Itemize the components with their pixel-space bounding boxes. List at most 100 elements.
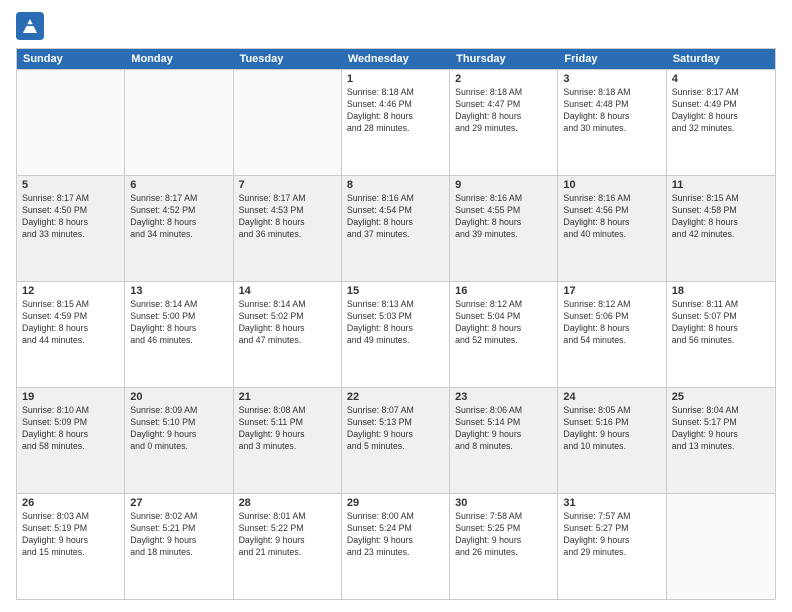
day-number: 31 xyxy=(563,497,660,509)
day-number: 18 xyxy=(672,285,770,297)
cal-cell: 23Sunrise: 8:06 AM Sunset: 5:14 PM Dayli… xyxy=(450,388,558,493)
cal-cell: 16Sunrise: 8:12 AM Sunset: 5:04 PM Dayli… xyxy=(450,282,558,387)
cal-cell: 10 Sunrise: 8:16 AM Sunset: 4:56 PM Dayli… xyxy=(558,176,666,281)
cal-cell: 2 Sunrise: 8:18 AM Sunset: 4:47 PM Daylig… xyxy=(450,70,558,175)
cal-cell: 9 Sunrise: 8:16 AM Sunset: 4:55 PM Daylig… xyxy=(450,176,558,281)
cell-info: Sunrise: 8:04 AM Sunset: 5:17 PM Dayligh… xyxy=(672,405,770,453)
cal-cell: 24 Sunrise: 8:05 AM Sunset: 5:16 PM Dayli… xyxy=(558,388,666,493)
cal-cell: 20 Sunrise: 8:09 AM Sunset: 5:10 PM Dayli… xyxy=(125,388,233,493)
cal-cell: 30Sunrise: 7:58 AM Sunset: 5:25 PM Dayli… xyxy=(450,494,558,599)
cal-cell: 31 Sunrise: 7:57 AM Sunset: 5:27 PM Dayli… xyxy=(558,494,666,599)
cell-info: Sunrise: 8:01 AM Sunset: 5:22 PM Dayligh… xyxy=(239,511,336,559)
day-number: 17 xyxy=(563,285,660,297)
cal-cell: 21 Sunrise: 8:08 AM Sunset: 5:11 PM Dayli… xyxy=(234,388,342,493)
cal-cell xyxy=(125,70,233,175)
day-number: 5 xyxy=(22,179,119,191)
cal-cell: 3 Sunrise: 8:18 AM Sunset: 4:48 PM Daylig… xyxy=(558,70,666,175)
cell-info: Sunrise: 8:16 AM Sunset: 4:55 PM Dayligh… xyxy=(455,193,552,241)
day-number: 21 xyxy=(239,391,336,403)
header-day-tuesday: Tuesday xyxy=(234,49,342,69)
cal-cell xyxy=(234,70,342,175)
day-number: 8 xyxy=(347,179,444,191)
cell-info: Sunrise: 7:57 AM Sunset: 5:27 PM Dayligh… xyxy=(563,511,660,559)
week-row-2: 5 Sunrise: 8:17 AM Sunset: 4:50 PM Daylig… xyxy=(17,175,775,281)
cell-info: Sunrise: 8:17 AM Sunset: 4:52 PM Dayligh… xyxy=(130,193,227,241)
header-day-friday: Friday xyxy=(558,49,666,69)
header-day-thursday: Thursday xyxy=(450,49,558,69)
page: SundayMondayTuesdayWednesdayThursdayFrid… xyxy=(0,0,792,612)
cal-cell: 17 Sunrise: 8:12 AM Sunset: 5:06 PM Dayli… xyxy=(558,282,666,387)
logo-icon xyxy=(16,12,44,40)
day-number: 10 xyxy=(563,179,660,191)
week-row-3: 12 Sunrise: 8:15 AM Sunset: 4:59 PM Dayli… xyxy=(17,281,775,387)
cell-info: Sunrise: 8:15 AM Sunset: 4:59 PM Dayligh… xyxy=(22,299,119,347)
header-day-sunday: Sunday xyxy=(17,49,125,69)
week-row-5: 26 Sunrise: 8:03 AM Sunset: 5:19 PM Dayli… xyxy=(17,493,775,599)
day-number: 16 xyxy=(455,285,552,297)
cal-cell: 28Sunrise: 8:01 AM Sunset: 5:22 PM Dayli… xyxy=(234,494,342,599)
cell-info: Sunrise: 8:03 AM Sunset: 5:19 PM Dayligh… xyxy=(22,511,119,559)
cell-info: Sunrise: 8:14 AM Sunset: 5:02 PM Dayligh… xyxy=(239,299,336,347)
cell-info: Sunrise: 7:58 AM Sunset: 5:25 PM Dayligh… xyxy=(455,511,552,559)
day-number: 27 xyxy=(130,497,227,509)
cal-cell: 25 Sunrise: 8:04 AM Sunset: 5:17 PM Dayli… xyxy=(667,388,775,493)
day-number: 12 xyxy=(22,285,119,297)
cal-cell: 14 Sunrise: 8:14 AM Sunset: 5:02 PM Dayli… xyxy=(234,282,342,387)
cell-info: Sunrise: 8:06 AM Sunset: 5:14 PM Dayligh… xyxy=(455,405,552,453)
day-number: 14 xyxy=(239,285,336,297)
day-number: 20 xyxy=(130,391,227,403)
day-number: 11 xyxy=(672,179,770,191)
day-number: 13 xyxy=(130,285,227,297)
cal-cell: 26 Sunrise: 8:03 AM Sunset: 5:19 PM Dayli… xyxy=(17,494,125,599)
cal-cell: 4Sunrise: 8:17 AM Sunset: 4:49 PM Daylig… xyxy=(667,70,775,175)
cell-info: Sunrise: 8:09 AM Sunset: 5:10 PM Dayligh… xyxy=(130,405,227,453)
cell-info: Sunrise: 8:17 AM Sunset: 4:50 PM Dayligh… xyxy=(22,193,119,241)
logo xyxy=(16,12,48,40)
cell-info: Sunrise: 8:02 AM Sunset: 5:21 PM Dayligh… xyxy=(130,511,227,559)
cal-cell: 18Sunrise: 8:11 AM Sunset: 5:07 PM Dayli… xyxy=(667,282,775,387)
day-number: 1 xyxy=(347,73,444,85)
cal-cell: 22Sunrise: 8:07 AM Sunset: 5:13 PM Dayli… xyxy=(342,388,450,493)
day-number: 7 xyxy=(239,179,336,191)
cell-info: Sunrise: 8:17 AM Sunset: 4:49 PM Dayligh… xyxy=(672,87,770,135)
header-day-wednesday: Wednesday xyxy=(342,49,450,69)
day-number: 9 xyxy=(455,179,552,191)
cell-info: Sunrise: 8:10 AM Sunset: 5:09 PM Dayligh… xyxy=(22,405,119,453)
cell-info: Sunrise: 8:16 AM Sunset: 4:56 PM Dayligh… xyxy=(563,193,660,241)
cal-cell: 6 Sunrise: 8:17 AM Sunset: 4:52 PM Daylig… xyxy=(125,176,233,281)
day-number: 3 xyxy=(563,73,660,85)
day-number: 6 xyxy=(130,179,227,191)
cell-info: Sunrise: 8:18 AM Sunset: 4:46 PM Dayligh… xyxy=(347,87,444,135)
calendar-body: 1 Sunrise: 8:18 AM Sunset: 4:46 PM Daylig… xyxy=(17,69,775,599)
cell-info: Sunrise: 8:18 AM Sunset: 4:47 PM Dayligh… xyxy=(455,87,552,135)
header xyxy=(16,12,776,40)
week-row-1: 1 Sunrise: 8:18 AM Sunset: 4:46 PM Daylig… xyxy=(17,69,775,175)
cal-cell: 5 Sunrise: 8:17 AM Sunset: 4:50 PM Daylig… xyxy=(17,176,125,281)
cell-info: Sunrise: 8:14 AM Sunset: 5:00 PM Dayligh… xyxy=(130,299,227,347)
calendar-header-row: SundayMondayTuesdayWednesdayThursdayFrid… xyxy=(17,49,775,69)
cal-cell: 29Sunrise: 8:00 AM Sunset: 5:24 PM Dayli… xyxy=(342,494,450,599)
cell-info: Sunrise: 8:16 AM Sunset: 4:54 PM Dayligh… xyxy=(347,193,444,241)
day-number: 26 xyxy=(22,497,119,509)
day-number: 22 xyxy=(347,391,444,403)
cal-cell: 27 Sunrise: 8:02 AM Sunset: 5:21 PM Dayli… xyxy=(125,494,233,599)
cal-cell: 15Sunrise: 8:13 AM Sunset: 5:03 PM Dayli… xyxy=(342,282,450,387)
week-row-4: 19 Sunrise: 8:10 AM Sunset: 5:09 PM Dayli… xyxy=(17,387,775,493)
header-day-monday: Monday xyxy=(125,49,233,69)
day-number: 29 xyxy=(347,497,444,509)
header-day-saturday: Saturday xyxy=(667,49,775,69)
cell-info: Sunrise: 8:05 AM Sunset: 5:16 PM Dayligh… xyxy=(563,405,660,453)
cell-info: Sunrise: 8:08 AM Sunset: 5:11 PM Dayligh… xyxy=(239,405,336,453)
cal-cell: 7 Sunrise: 8:17 AM Sunset: 4:53 PM Daylig… xyxy=(234,176,342,281)
calendar: SundayMondayTuesdayWednesdayThursdayFrid… xyxy=(16,48,776,600)
cal-cell: 11Sunrise: 8:15 AM Sunset: 4:58 PM Dayli… xyxy=(667,176,775,281)
cal-cell: 8 Sunrise: 8:16 AM Sunset: 4:54 PM Daylig… xyxy=(342,176,450,281)
day-number: 25 xyxy=(672,391,770,403)
cell-info: Sunrise: 8:18 AM Sunset: 4:48 PM Dayligh… xyxy=(563,87,660,135)
cell-info: Sunrise: 8:17 AM Sunset: 4:53 PM Dayligh… xyxy=(239,193,336,241)
day-number: 24 xyxy=(563,391,660,403)
day-number: 2 xyxy=(455,73,552,85)
day-number: 19 xyxy=(22,391,119,403)
day-number: 15 xyxy=(347,285,444,297)
cell-info: Sunrise: 8:12 AM Sunset: 5:06 PM Dayligh… xyxy=(563,299,660,347)
